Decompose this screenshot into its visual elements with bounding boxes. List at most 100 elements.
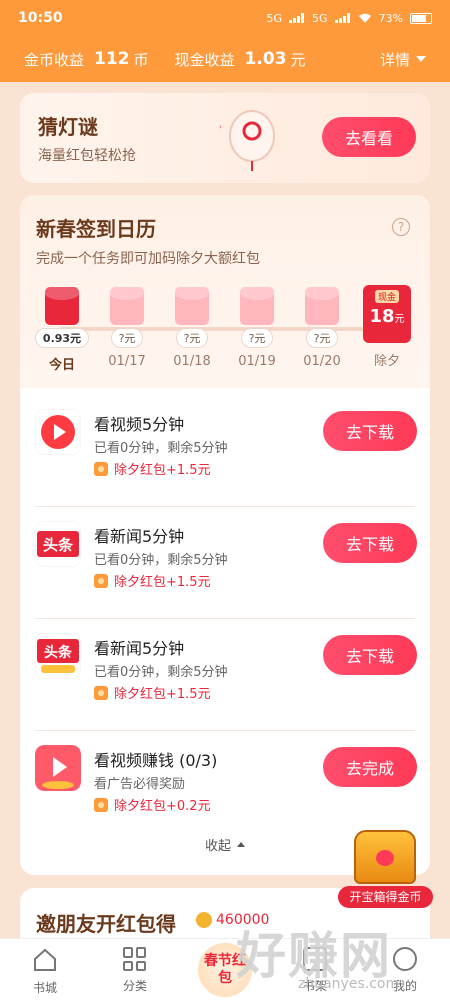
day-amount: ?元: [110, 328, 144, 348]
task-bonus-text: 除夕红包+0.2元: [114, 799, 211, 814]
task-name: 看新闻5分钟: [94, 639, 185, 658]
network-label-2: 5G: [312, 11, 328, 25]
battery-percent: 73%: [378, 11, 403, 25]
red-packet-icon: [94, 685, 108, 700]
calendar-day-3: ?元 01/19: [227, 287, 287, 369]
details-button[interactable]: 详情: [380, 49, 426, 70]
video-play-icon: [35, 409, 81, 455]
task-row: 头条 看新闻5分钟 已看0分钟，剩余5分钟 除夕红包+1.5元 去下载: [20, 507, 430, 619]
signin-title: 新春签到日历: [36, 217, 156, 241]
task-desc: 已看0分钟，剩余5分钟: [94, 665, 228, 680]
toutiao-lite-logo-icon: 头条: [35, 633, 81, 679]
task-bonus-text: 除夕红包+1.5元: [114, 463, 211, 478]
download-button[interactable]: 去下载: [323, 411, 417, 451]
tab-label: 书城: [32, 981, 57, 995]
task-desc: 已看0分钟，剩余5分钟: [94, 441, 228, 456]
red-envelope-icon: [175, 287, 209, 325]
home-icon: [34, 948, 56, 971]
toutiao-logo-icon: 头条: [35, 521, 81, 567]
signin-subtitle: 完成一个任务即可加码除夕大额红包: [36, 251, 260, 267]
earnings-bar: 金币收益 112 币 现金收益 1.03 元 详情: [0, 36, 450, 82]
tab-bookstore[interactable]: 书城: [10, 947, 80, 996]
red-packet-icon: [94, 797, 108, 812]
day-amount: 0.93元: [34, 328, 90, 348]
calendar-day-2: ?元 01/18: [162, 287, 222, 369]
task-desc: 看广告必得奖励: [94, 777, 186, 792]
tab-label: 分类: [122, 979, 147, 993]
wifi-icon: [358, 13, 371, 23]
final-unit: 元: [394, 314, 405, 325]
heart-icon: [376, 850, 394, 866]
day-amount: ?元: [240, 328, 274, 348]
gold-coin-icon: [196, 912, 212, 928]
day-label: 01/19: [238, 354, 276, 369]
riddle-title: 猜灯谜: [38, 115, 98, 139]
cash-earnings-unit: 元: [290, 50, 306, 69]
task-bonus: 除夕红包+1.5元: [94, 459, 211, 478]
ad-video-icon: [35, 745, 81, 791]
riddle-go-button[interactable]: 去看看: [322, 117, 416, 157]
download-button[interactable]: 去下载: [323, 635, 417, 675]
watermark-url: zhuanyes.com: [298, 976, 400, 992]
red-packet-icon: [94, 573, 108, 588]
cash-earnings-value: 1.03: [244, 49, 287, 69]
status-bar: 10:50 5G 5G 73%: [0, 0, 450, 36]
signal-icon-2: [334, 13, 351, 23]
cash-earnings-label: 现金收益: [174, 50, 235, 69]
details-label: 详情: [379, 50, 410, 69]
svg-text:头条: 头条: [43, 536, 74, 554]
task-bonus-text: 除夕红包+1.5元: [114, 687, 211, 702]
collapse-label: 收起: [204, 839, 231, 854]
calendar-day-0: 0.93元 今日: [32, 287, 92, 373]
download-button[interactable]: 去下载: [323, 523, 417, 563]
coin-earnings-label: 金币收益: [24, 50, 85, 69]
task-row: 看视频5分钟 已看0分钟，剩余5分钟 除夕红包+1.5元 去下载: [20, 395, 430, 507]
task-bonus: 除夕红包+1.5元: [94, 571, 211, 590]
network-label-1: 5G: [266, 11, 283, 25]
final-day-label: 除夕: [373, 354, 400, 369]
battery-icon: [410, 12, 432, 24]
final-red-envelope: 现金 18元: [363, 285, 411, 343]
calendar-day-1: ?元 01/17: [97, 287, 157, 369]
grid-icon: [123, 947, 147, 971]
red-envelope-icon: [110, 287, 144, 325]
tab-category[interactable]: 分类: [100, 947, 170, 994]
task-name: 看视频赚钱 (0/3): [94, 751, 218, 770]
chevron-up-icon: [237, 842, 245, 847]
invite-title: 邀朋友开红包得: [36, 912, 176, 936]
red-envelope-icon: [305, 287, 339, 325]
signal-icon: [289, 13, 305, 23]
task-bonus: 除夕红包+0.2元: [94, 795, 211, 814]
chevron-down-icon: [416, 56, 426, 62]
day-label: 01/18: [173, 354, 211, 369]
signin-calendar-card: 新春签到日历 ? 完成一个任务即可加码除夕大额红包 0.93元 今日 ?元 01…: [20, 195, 430, 875]
chest-label: 开宝箱得金币: [338, 886, 433, 908]
help-icon[interactable]: ?: [392, 218, 410, 236]
status-time: 10:50: [18, 10, 63, 26]
day-amount: ?元: [175, 328, 209, 348]
red-envelope-icon: [240, 287, 274, 325]
task-desc: 已看0分钟，剩余5分钟: [94, 553, 228, 568]
final-amount: 18: [369, 306, 395, 327]
coin-earnings-unit: 币: [133, 50, 149, 69]
treasure-chest-button[interactable]: 开宝箱得金币: [338, 828, 433, 912]
coin-earnings-value: 112: [94, 49, 130, 69]
day-amount: ?元: [305, 328, 339, 348]
red-packet-icon: [94, 461, 108, 476]
task-bonus: 除夕红包+1.5元: [94, 683, 211, 702]
task-name: 看视频5分钟: [94, 415, 185, 434]
task-bonus-text: 除夕红包+1.5元: [114, 575, 211, 590]
day-label: 01/17: [108, 354, 146, 369]
lantern-riddle-card[interactable]: 猜灯谜 海量红包轻松抢 去看看: [20, 93, 430, 183]
lantern-icon: [220, 110, 275, 171]
watermark: 好赚网 zhuanyes.com: [236, 916, 446, 996]
svg-text:头条: 头条: [44, 644, 73, 661]
task-name: 看新闻5分钟: [94, 527, 185, 546]
complete-button[interactable]: 去完成: [323, 747, 417, 787]
day-label: 今日: [48, 358, 75, 373]
task-row: 头条 看新闻5分钟 已看0分钟，剩余5分钟 除夕红包+1.5元 去下载: [20, 619, 430, 731]
task-row: 看视频赚钱 (0/3) 看广告必得奖励 除夕红包+0.2元 去完成: [20, 731, 430, 843]
red-envelope-icon: [45, 287, 79, 325]
calendar-day-4: ?元 01/20: [292, 287, 352, 369]
cash-tag: 现金: [374, 290, 399, 303]
